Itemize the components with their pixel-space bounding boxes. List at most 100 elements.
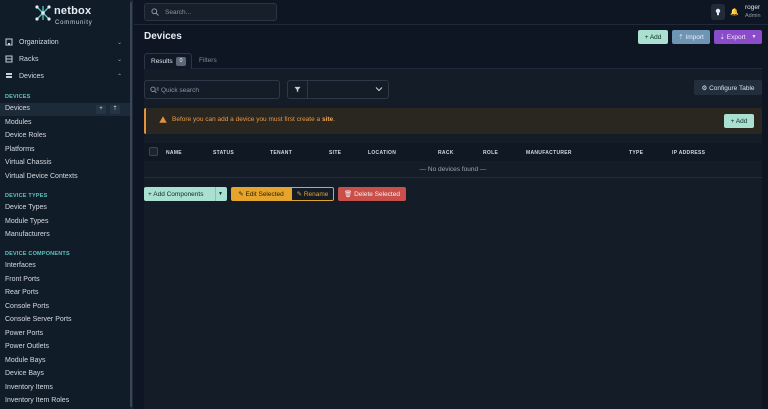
column-status[interactable]: STATUS — [213, 150, 234, 156]
edit-selected-button[interactable]: ✎ Edit Selected — [231, 187, 291, 201]
sidebar-item-virtual-device-contexts[interactable]: Virtual Device Contexts — [0, 171, 130, 184]
sidebar-item-rear-ports[interactable]: Rear Ports — [0, 287, 130, 300]
warning-icon — [159, 116, 167, 123]
sidebar-item-label: Platforms — [5, 146, 35, 153]
column-manufacturer[interactable]: MANUFACTURER — [526, 150, 572, 156]
sidebar-item-label: Racks — [19, 55, 39, 63]
sidebar-item-inventory-items[interactable]: Inventory Items — [0, 382, 130, 395]
column-role[interactable]: ROLE — [483, 150, 498, 156]
sidebar-item-platforms[interactable]: Platforms — [0, 144, 130, 157]
sidebar-item-device-roles[interactable]: Device Roles — [0, 130, 130, 143]
sidebar-item-label: Interfaces — [5, 262, 36, 269]
user-name[interactable]: roger — [745, 4, 760, 11]
sidebar-item-label: Front Ports — [5, 276, 40, 283]
saved-filter-select[interactable] — [287, 80, 389, 99]
sidebar-item-module-types[interactable]: Module Types — [0, 216, 130, 229]
theme-toggle-button[interactable] — [711, 4, 725, 20]
results-count-badge: 0 — [176, 57, 186, 66]
sidebar-item-label: Power Ports — [5, 330, 44, 337]
column-name[interactable]: NAME — [166, 150, 182, 156]
sidebar: netbox Community Organization ⌄ Racks ⌄ … — [0, 0, 133, 409]
chevron-down-icon: ⌄ — [117, 56, 123, 63]
configure-table-button[interactable]: ⚙ Configure Table — [694, 80, 762, 95]
sidebar-item-label: Devices — [5, 105, 30, 112]
column-rack[interactable]: RACK — [438, 150, 454, 156]
sidebar-scrollbar-thumb[interactable] — [130, 2, 132, 407]
chevron-down-icon: ⌄ — [117, 39, 123, 46]
search-input[interactable]: Search... — [165, 9, 191, 16]
export-button[interactable]: ⇣ Export ▼ — [714, 30, 762, 44]
split-divider — [215, 187, 216, 201]
sidebar-item-inventory-item-roles[interactable]: Inventory Item Roles — [0, 395, 130, 408]
sidebar-item-devices-list[interactable]: Devices + ⇡ — [0, 103, 130, 116]
sidebar-item-label: Modules — [5, 119, 32, 126]
add-components-label: + Add Components — [148, 190, 204, 198]
empty-table-message: — No devices found — — [419, 166, 487, 173]
global-search[interactable]: Search... — [144, 3, 277, 21]
tabs-divider — [144, 68, 762, 69]
sidebar-item-devices[interactable]: Devices ⌃ — [0, 68, 130, 84]
brand-name: netbox — [54, 5, 92, 17]
building-icon — [5, 38, 13, 46]
add-components-button[interactable]: + Add Components ▼ — [144, 187, 227, 201]
sidebar-item-racks[interactable]: Racks ⌄ — [0, 51, 130, 67]
sidebar-item-interfaces[interactable]: Interfaces — [0, 260, 130, 273]
sidebar-item-label: Module Bays — [5, 357, 46, 364]
quick-search[interactable]: Quick search — [144, 80, 280, 99]
sidebar-item-power-ports[interactable]: Power Ports — [0, 328, 130, 341]
netbox-logo-icon — [35, 5, 51, 21]
search-icon — [151, 8, 159, 16]
alert-add-site-button[interactable]: + Add — [724, 114, 754, 128]
sidebar-item-label: Console Server Ports — [5, 316, 72, 323]
import-icon[interactable]: ⇡ — [110, 105, 120, 114]
section-heading-device-components: DEVICE COMPONENTS — [5, 251, 70, 257]
column-site[interactable]: SITE — [329, 150, 341, 156]
filter-icon — [294, 86, 301, 93]
sidebar-item-label: Console Ports — [5, 303, 49, 310]
sidebar-item-label: Devices — [19, 72, 44, 80]
sidebar-item-label: Device Roles — [5, 132, 47, 139]
sidebar-item-module-bays[interactable]: Module Bays — [0, 355, 130, 368]
rename-button[interactable]: ✎ Rename — [291, 187, 334, 201]
column-type[interactable]: TYPE — [629, 150, 643, 156]
devices-table: NAME STATUS TENANT SITE LOCATION RACK RO… — [144, 143, 762, 178]
tab-filters[interactable]: Filters — [199, 57, 217, 64]
quick-search-input[interactable]: Quick search — [161, 87, 199, 94]
sidebar-item-label: Inventory Items — [5, 384, 53, 391]
netbox-logo[interactable]: netbox Community — [34, 3, 94, 29]
sidebar-item-label: Virtual Device Contexts — [5, 173, 78, 180]
header-divider — [134, 24, 768, 25]
sidebar-item-power-outlets[interactable]: Power Outlets — [0, 341, 130, 354]
warning-alert: Before you can add a device you must fir… — [144, 108, 762, 134]
column-tenant[interactable]: TENANT — [270, 150, 292, 156]
create-site-link[interactable]: site — [322, 116, 333, 123]
sidebar-item-label: Device Bays — [5, 370, 44, 377]
sidebar-item-label: Virtual Chassis — [5, 159, 52, 166]
section-heading-device-types: DEVICE TYPES — [5, 193, 48, 199]
sidebar-item-label: Power Outlets — [5, 343, 49, 350]
user-role: Admin — [745, 13, 761, 19]
sidebar-item-manufacturers[interactable]: Manufacturers — [0, 229, 130, 242]
chevron-down-icon: ▼ — [751, 34, 757, 40]
alert-message: Before you can add a device you must fir… — [172, 116, 335, 123]
import-button[interactable]: ⇡ Import — [672, 30, 710, 44]
sidebar-item-console-server-ports[interactable]: Console Server Ports — [0, 314, 130, 327]
sidebar-item-device-bays[interactable]: Device Bays — [0, 368, 130, 381]
delete-selected-button[interactable]: 🗑 Delete Selected — [338, 187, 406, 201]
sidebar-item-label: Module Types — [5, 218, 49, 225]
sidebar-item-console-ports[interactable]: Console Ports — [0, 301, 130, 314]
notifications-bell-icon[interactable]: 🔔 — [730, 8, 739, 16]
column-ip-address[interactable]: IP ADDRESS — [672, 150, 705, 156]
tab-results[interactable]: Results 0 — [144, 53, 192, 69]
sidebar-item-modules[interactable]: Modules — [0, 117, 130, 130]
sidebar-item-virtual-chassis[interactable]: Virtual Chassis — [0, 157, 130, 170]
sidebar-item-organization[interactable]: Organization ⌄ — [0, 34, 130, 50]
add-icon[interactable]: + — [96, 105, 106, 114]
select-all-checkbox[interactable] — [149, 147, 158, 156]
add-button[interactable]: + Add — [638, 30, 668, 44]
sidebar-item-label: Organization — [19, 38, 59, 46]
sidebar-item-device-types[interactable]: Device Types — [0, 202, 130, 215]
sidebar-item-front-ports[interactable]: Front Ports — [0, 274, 130, 287]
chevron-down-icon[interactable]: ▼ — [218, 191, 223, 197]
column-location[interactable]: LOCATION — [368, 150, 396, 156]
